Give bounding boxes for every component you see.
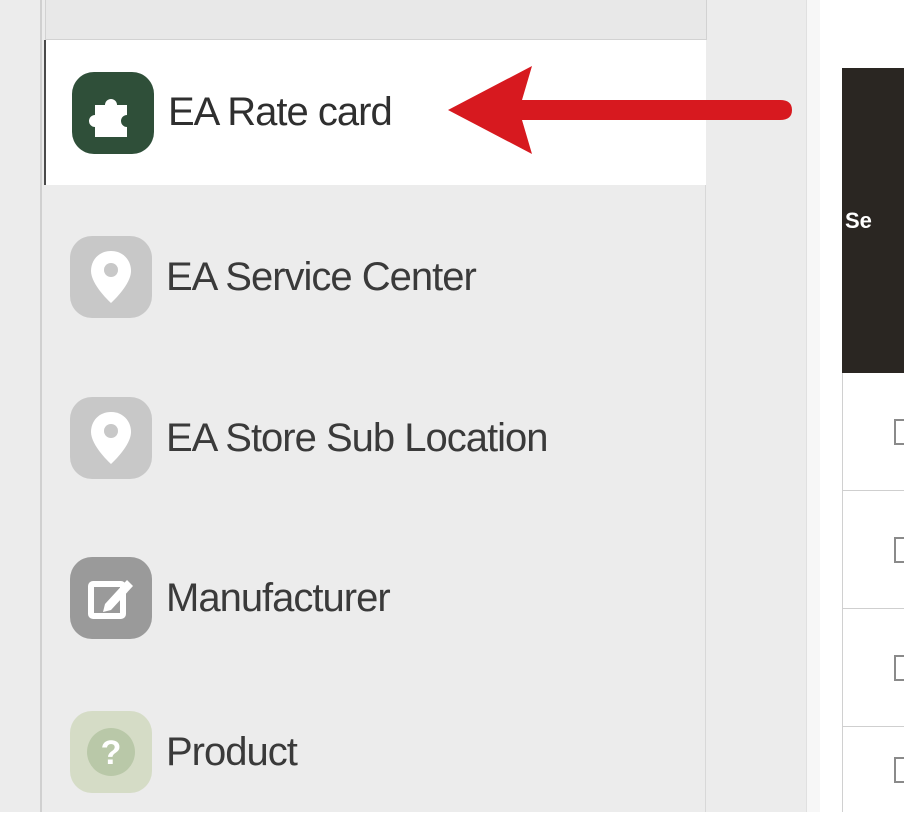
sidebar-item-label: EA Store Sub Location [166,415,548,460]
row-checkbox[interactable] [894,654,904,681]
edit-icon [70,557,152,639]
table-row [842,609,904,727]
sidebar-item-label: Manufacturer [166,575,391,620]
sidebar-item-label: EA Service Center [166,254,477,299]
question-icon: ? [70,711,152,793]
svg-text:?: ? [101,734,122,772]
table-header-label: Se [845,207,872,233]
row-checkbox[interactable] [894,756,904,783]
puzzle-icon [72,71,154,154]
table-row [842,727,904,812]
map-pin-icon [70,397,152,479]
panel-divider [806,0,820,812]
sidebar-item-product[interactable]: ? Product [44,682,706,822]
row-checkbox[interactable] [894,536,904,563]
map-pin-icon [70,236,152,318]
sidebar-item-ea-service-center[interactable]: EA Service Center [44,207,706,347]
row-checkbox[interactable] [894,418,904,445]
annotation-arrow [448,66,792,154]
table-row [842,373,904,491]
sidebar-top-strip [45,0,707,40]
sidebar-item-label: EA Rate card [168,90,393,134]
sidebar-divider [40,0,42,812]
sidebar-item-label: Product [166,729,298,774]
table-row [842,491,904,609]
table-header-cell[interactable]: Se [842,68,904,373]
sidebar-item-ea-store-sub-location[interactable]: EA Store Sub Location [44,368,706,508]
sidebar-item-manufacturer[interactable]: Manufacturer [44,528,706,668]
